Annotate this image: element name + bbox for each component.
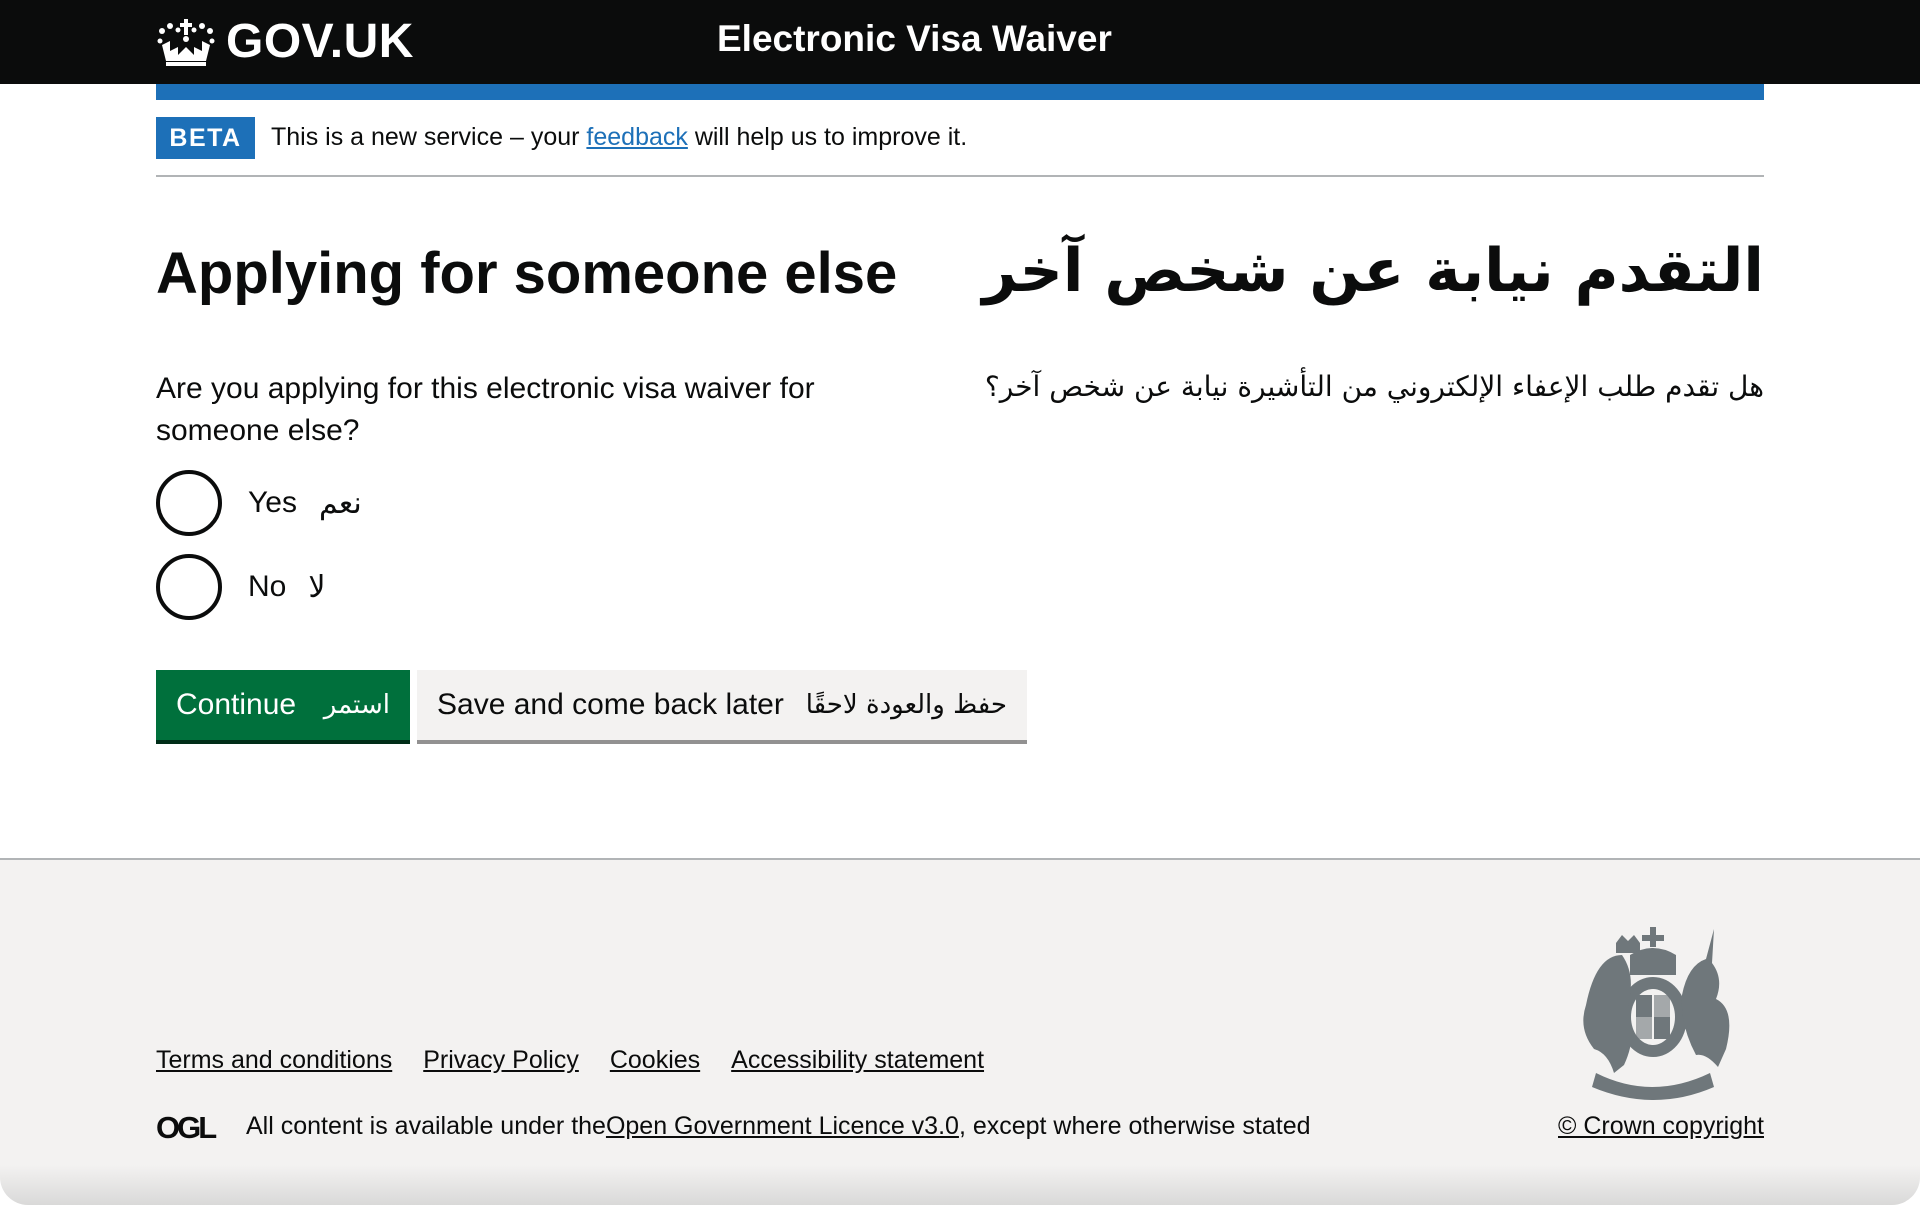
radio-option-yes[interactable]: Yes نعم xyxy=(156,470,362,536)
radio-option-no[interactable]: No لا xyxy=(156,554,325,620)
feedback-link[interactable]: feedback xyxy=(586,123,687,151)
royal-coat-of-arms-icon xyxy=(1583,927,1730,1100)
govuk-home-link[interactable]: GOV.UK xyxy=(156,14,414,69)
footer-link-terms[interactable]: Terms and conditions xyxy=(156,1046,392,1075)
crown-icon xyxy=(157,18,215,66)
ogl-logo-icon: OGL xyxy=(156,1113,219,1141)
phase-banner-text: This is a new service – your feedback wi… xyxy=(271,123,967,152)
radio-yes-label[interactable]: Yes xyxy=(248,486,297,520)
licence-text-before: All content is available under the xyxy=(246,1112,606,1140)
service-name[interactable]: Electronic Visa Waiver xyxy=(717,18,1112,60)
phase-text-after: will help us to improve it. xyxy=(687,123,968,151)
continue-label-arabic: استمر xyxy=(323,690,390,720)
window-bottom-shadow xyxy=(0,1165,1920,1205)
page-title: Applying for someone else xyxy=(156,241,898,306)
govuk-logo-text: GOV.UK xyxy=(226,15,414,68)
crown-copyright-link[interactable]: © Crown copyright xyxy=(1558,1112,1764,1141)
site-footer: Terms and conditions Privacy Policy Cook… xyxy=(0,858,1920,1205)
save-label-arabic: حفظ والعودة لاحقًا xyxy=(805,690,1007,720)
radio-no-label[interactable]: No xyxy=(248,570,286,604)
phase-banner: BETA This is a new service – your feedba… xyxy=(156,117,1764,177)
licence-statement: OGL All content is available under the O… xyxy=(156,1112,1311,1141)
footer-link-accessibility[interactable]: Accessibility statement xyxy=(731,1046,984,1075)
save-label: Save and come back later xyxy=(437,688,784,721)
page-title-arabic: التقدم نيابة عن شخص آخر xyxy=(982,236,1764,306)
save-and-come-back-later-button[interactable]: Save and come back later حفظ والعودة لاح… xyxy=(417,670,1027,740)
footer-link-privacy[interactable]: Privacy Policy xyxy=(423,1046,579,1075)
open-government-licence-link[interactable]: Open Government Licence v3.0 xyxy=(606,1112,959,1141)
continue-label: Continue xyxy=(176,688,297,721)
question-label-arabic: هل تقدم طلب الإعفاء الإلكتروني من التأشي… xyxy=(984,370,1764,403)
question-label: Are you applying for this electronic vis… xyxy=(156,372,815,447)
radio-no[interactable] xyxy=(156,554,222,620)
svg-text:OGL: OGL xyxy=(156,1113,216,1141)
continue-button[interactable]: Continue استمر xyxy=(156,670,410,740)
licence-text-after: , except where otherwise stated xyxy=(958,1112,1311,1140)
phase-text-before: This is a new service – your xyxy=(271,123,587,151)
radio-yes[interactable] xyxy=(156,470,222,536)
radio-no-label-arabic[interactable]: لا xyxy=(308,570,325,605)
site-header: GOV.UK Electronic Visa Waiver xyxy=(0,0,1920,84)
footer-links: Terms and conditions Privacy Policy Cook… xyxy=(156,1046,984,1075)
radio-yes-label-arabic[interactable]: نعم xyxy=(319,486,362,521)
header-blue-bar xyxy=(156,84,1764,100)
footer-link-cookies[interactable]: Cookies xyxy=(610,1046,700,1075)
beta-tag: BETA xyxy=(156,117,255,159)
